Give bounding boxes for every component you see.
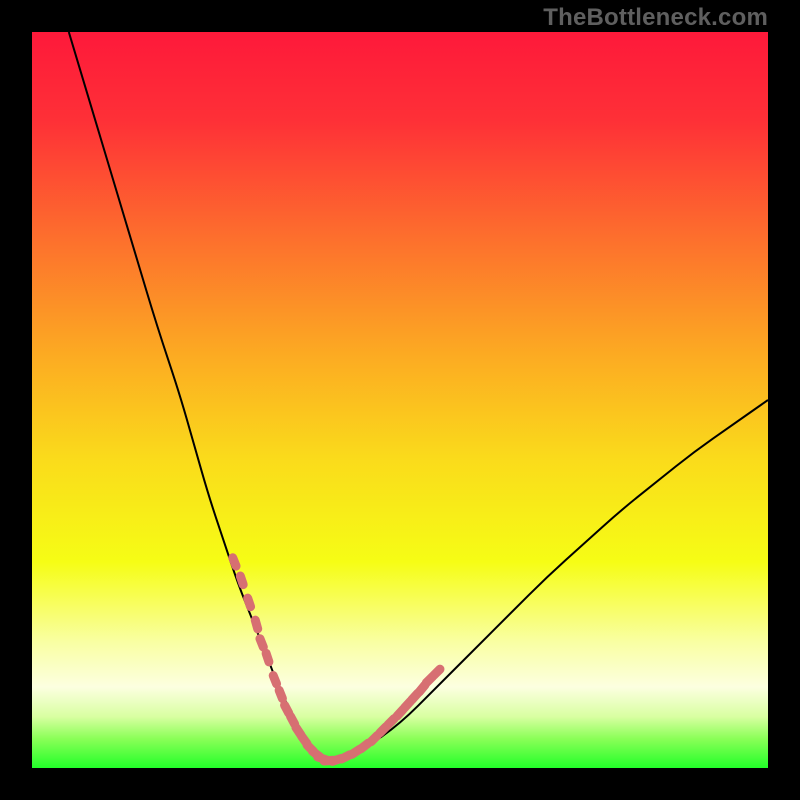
chart-svg [32,32,768,768]
gradient-background [32,32,768,768]
watermark-text: TheBottleneck.com [543,4,768,32]
chart-plot-area [32,32,768,768]
